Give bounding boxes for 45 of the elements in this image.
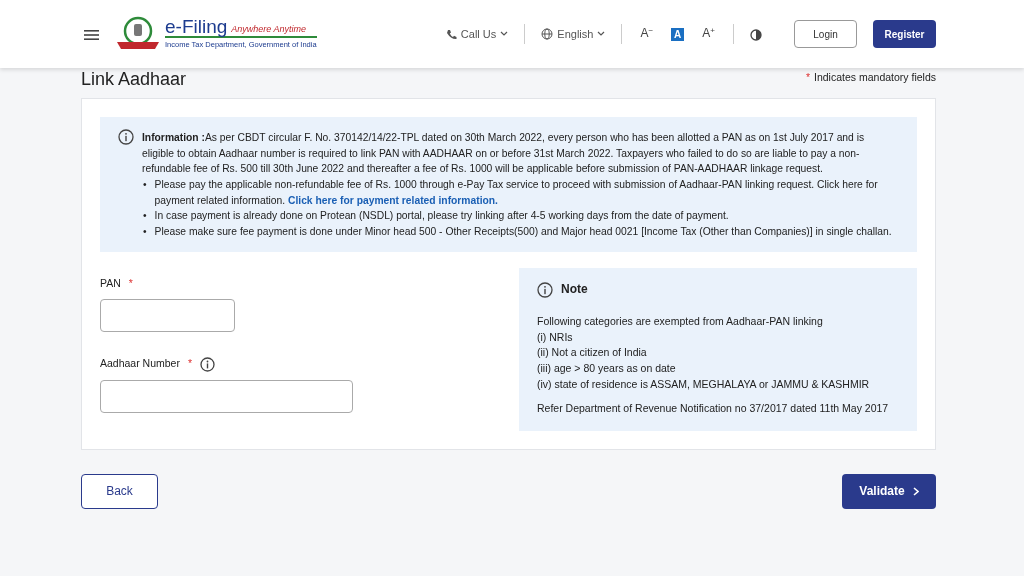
note-text: Following categories are exempted from Aadhaar-PAN linking — [537, 313, 824, 329]
chevron-right-icon — [912, 486, 919, 496]
emblem-drawing — [115, 16, 161, 52]
required-asterisk: * — [805, 70, 810, 86]
back-button[interactable]: Back — [81, 473, 158, 509]
validate-button[interactable]: Validate — [842, 473, 936, 509]
login-button[interactable]: Login — [794, 20, 857, 48]
menu-icon — [84, 28, 99, 41]
bullet: • — [143, 177, 147, 192]
contrast-icon — [750, 28, 762, 41]
font-size-button[interactable]: A$^{−}$ — [638, 27, 656, 41]
information-text: Information :As per CBDT circular F. No. 370142/14/22-TPL dated on 30th March 2022, every person who has been allotted a PAN as on 1st July 2017 and is eligible to obtain Aadhaar number is required to link PAN with AADHAAR on or before 31st March 2022. Taxpayers who failed to do so are liable to pay a non-refundable fee of Rs. 500 till 30th June 2022 and thereafter a fee of Rs. 1000 will be applicable before submission of PAN-AADHAAR linkage request. — [142, 130, 866, 177]
note-text: (iii) age > 80 years as on date — [537, 361, 677, 377]
aadhaar-input[interactable] — [100, 380, 353, 414]
note-reference: Refer Department of Revenue Notification no 37/2017 dated 11th May 2017 — [537, 400, 890, 416]
chevron-down-icon — [500, 31, 509, 37]
mandatory-note: Indicates mandatory fields — [814, 70, 936, 86]
chevron-down-icon — [597, 31, 606, 37]
field-label: Aadhaar Number — [100, 356, 180, 372]
font-size-button[interactable]: A — [671, 27, 685, 41]
note-text: (ii) Not a citizen of India — [537, 345, 648, 361]
logo-title: e-Filing — [165, 17, 228, 37]
information-text: In case payment is already done on Protean (NSDL) portal, please try linking after 4-5 working days from the date of payment. — [154, 209, 729, 224]
bullet: • — [143, 225, 147, 239]
logo-tagline: Anywhere Anytime — [231, 22, 306, 36]
info-icon — [118, 128, 134, 145]
bullet: • — [143, 209, 147, 224]
phone-icon — [445, 28, 457, 40]
pan-input[interactable] — [100, 299, 235, 333]
note-text: (iv) state of residence is ASSAM, MEGHALAYA or JAMMU & KASHMIR — [537, 376, 871, 392]
information-text: Please pay the applicable non-refundable fee of Rs. 1000 through e-Pay Tax service to proceed with submission of Aadhaar-PAN linking request. Click here for payment related information. Click here for payment related information. — [154, 177, 879, 208]
globe-icon — [541, 28, 554, 40]
field-label: PAN — [100, 275, 121, 291]
register-button[interactable]: Register — [873, 20, 936, 48]
info-icon — [537, 281, 553, 298]
required-asterisk: * — [128, 275, 133, 291]
font-size-button[interactable]: A$^{+}$ — [700, 27, 717, 41]
payment-info-link[interactable]: Click here for payment related information. — [288, 194, 498, 206]
call-us-dropdown[interactable]: Call Us — [445, 25, 509, 43]
note-title: Note — [561, 281, 588, 298]
language-dropdown[interactable]: English — [541, 25, 606, 43]
information-text: Please make sure fee payment is done under Minor head 500 - Other Receipts(500) and Major head 0021 [Income Tax (Other than Companies)] in single challan. — [154, 225, 892, 239]
page-title: Link Aadhaar — [81, 70, 187, 90]
note-text: (i) NRIs — [537, 329, 574, 345]
required-asterisk: * — [187, 356, 193, 372]
